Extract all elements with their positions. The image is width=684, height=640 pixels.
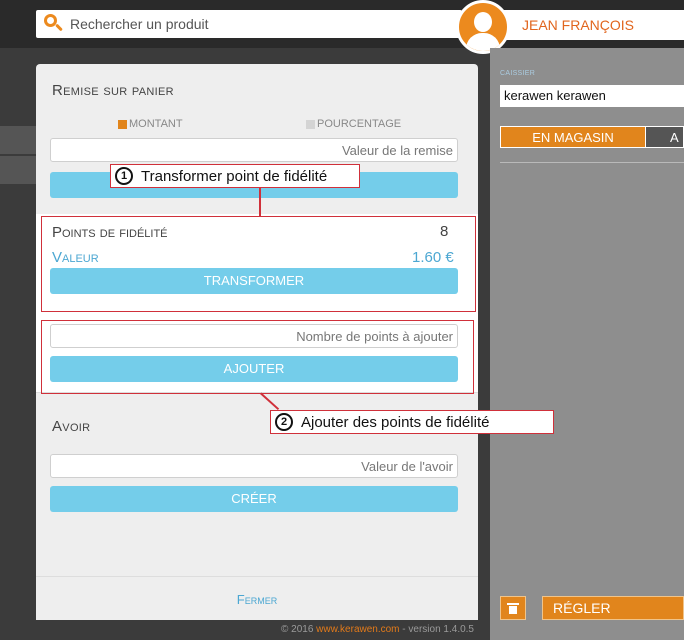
annotation-text-1: Transformer point de fidélité [141, 167, 328, 185]
close-button[interactable]: Fermer [36, 592, 478, 607]
create-credit-button[interactable]: CRÉER [50, 486, 458, 512]
cashier-label: CAISSIER [500, 70, 536, 77]
side-menu-item[interactable] [0, 156, 36, 184]
option-amount[interactable]: MONTANT [118, 118, 183, 130]
annotation-text-2: Ajouter des points de fidélité [301, 413, 490, 431]
annotation-connector-1 [259, 186, 261, 216]
user-avatar-icon[interactable] [456, 0, 510, 54]
clear-cart-button[interactable] [500, 596, 526, 620]
search-icon [42, 13, 64, 35]
annotation-box-add [41, 320, 474, 394]
tab-in-store[interactable]: EN MAGASIN [500, 126, 646, 148]
annotation-box-transform [41, 216, 476, 312]
footer-divider [36, 576, 478, 577]
annotation-number-1: 1 [115, 167, 133, 185]
radio-amount-icon[interactable] [118, 119, 127, 129]
annotation-callout-1: 1 Transformer point de fidélité [110, 164, 360, 188]
side-menu-item[interactable] [0, 126, 36, 154]
kerawen-link[interactable]: www.kerawen.com [316, 624, 399, 635]
discount-value-field[interactable]: Valeur de la remise [50, 138, 458, 162]
trash-icon [507, 602, 519, 614]
credit-value-field[interactable]: Valeur de l'avoir [50, 454, 458, 478]
discount-title: Remise sur panier [52, 82, 174, 99]
radio-percentage-icon[interactable] [306, 119, 315, 129]
user-name[interactable]: JEAN FRANÇOIS [522, 17, 634, 33]
annotation-number-2: 2 [275, 413, 293, 431]
tab-divider [500, 162, 684, 163]
pay-button[interactable]: RÉGLER [542, 596, 684, 620]
search-input[interactable]: Rechercher un produit [70, 16, 209, 32]
search-bar[interactable]: Rechercher un produit [36, 10, 462, 38]
cashier-field[interactable]: kerawen kerawen [500, 85, 684, 107]
option-percentage[interactable]: POURCENTAGE [306, 118, 401, 130]
tab-other[interactable]: A [646, 126, 684, 148]
annotation-callout-2: 2 Ajouter des points de fidélité [270, 410, 554, 434]
copyright-text: © 2016 www.kerawen.com - version 1.4.0.5 [280, 624, 474, 635]
credit-title: Avoir [52, 418, 91, 435]
